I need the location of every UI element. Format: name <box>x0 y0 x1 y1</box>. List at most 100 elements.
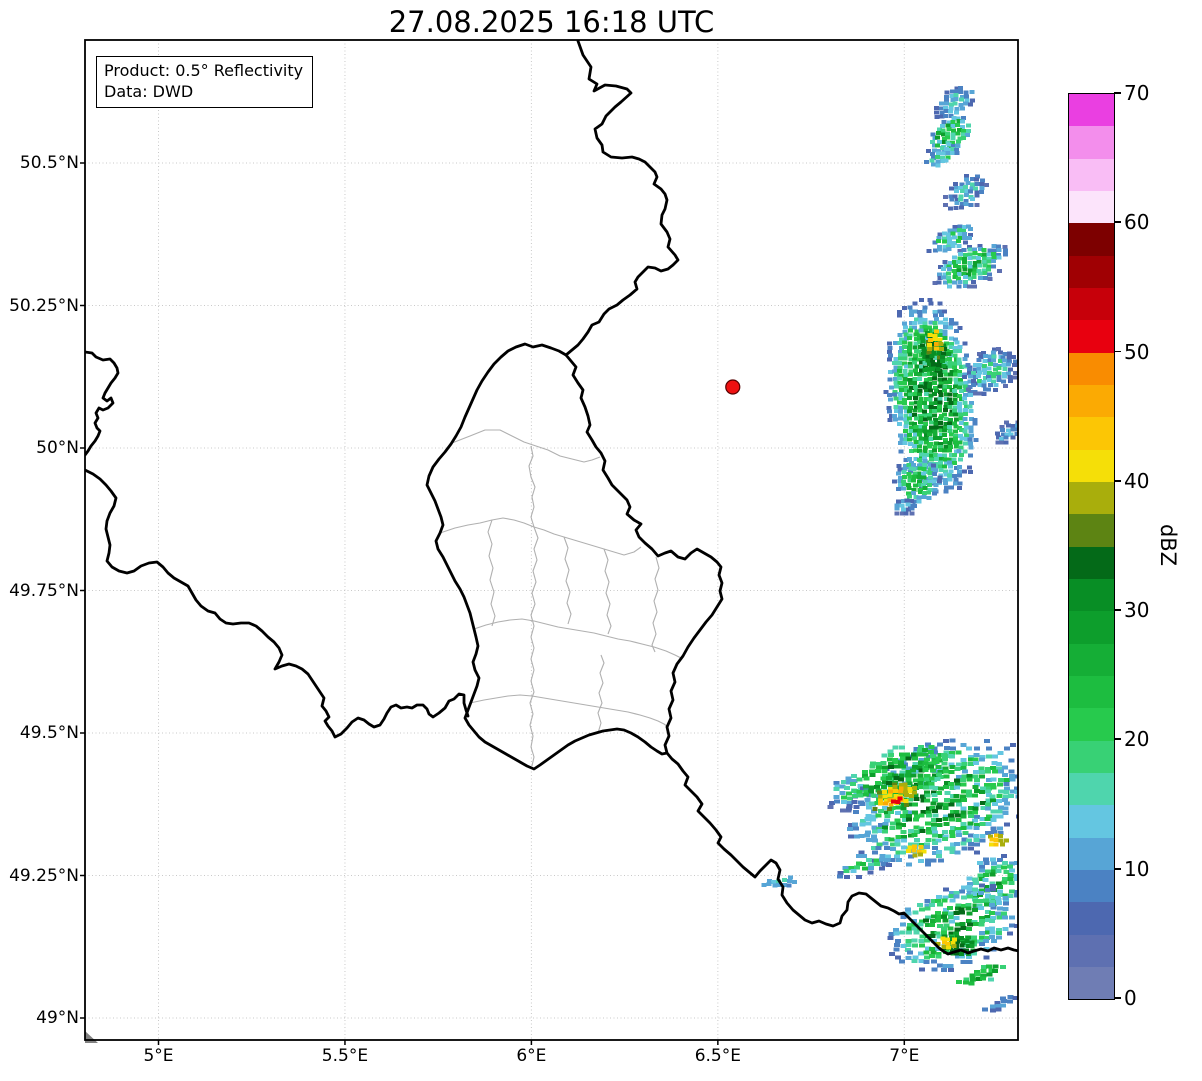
radar-cell <box>937 301 943 306</box>
radar-cell <box>953 97 959 102</box>
radar-cell <box>1003 782 1010 786</box>
radar-cell <box>958 445 964 450</box>
radar-cell <box>897 381 903 386</box>
radar-cell <box>899 930 906 935</box>
radar-cell <box>960 743 967 747</box>
radar-cell <box>928 425 934 430</box>
radar-cell <box>965 789 972 794</box>
radar-cell <box>973 825 980 830</box>
radar-cell <box>953 910 960 915</box>
radar-cell <box>957 440 963 445</box>
canton-border <box>473 618 682 659</box>
radar-cell <box>917 903 924 907</box>
radar-cell <box>924 898 931 903</box>
radar-cell <box>958 910 965 915</box>
radar-cell <box>974 972 981 977</box>
radar-cell <box>850 869 857 874</box>
radar-cell <box>966 894 973 899</box>
radar-cell <box>995 761 1002 766</box>
radar-cell <box>901 838 908 843</box>
radar-cell <box>1007 367 1013 372</box>
radar-cell <box>886 357 892 362</box>
radar-cell <box>926 830 932 835</box>
radar-cell <box>932 487 938 492</box>
radar-cell <box>962 401 968 405</box>
radar-cell <box>948 322 954 326</box>
radar-cell <box>916 349 922 354</box>
radar-cell <box>916 392 922 397</box>
radar-cell <box>913 353 919 358</box>
radar-cell <box>870 817 877 822</box>
radar-cell <box>979 976 986 981</box>
radar-cell <box>839 791 846 795</box>
radar-cell <box>954 106 960 111</box>
radar-cell <box>1016 814 1018 819</box>
radar-cell <box>911 810 918 815</box>
radar-cell <box>927 432 933 437</box>
radar-cell <box>972 810 979 815</box>
radar-cell <box>989 935 996 940</box>
radar-cell <box>873 858 880 863</box>
radar-cell <box>993 842 999 847</box>
radar-cell <box>935 954 942 959</box>
radar-cell <box>941 944 947 949</box>
radar-cell <box>968 981 975 986</box>
radar-cell <box>917 773 924 778</box>
radar-cell <box>922 372 927 377</box>
radar-cell <box>1009 777 1016 782</box>
radar-cell <box>966 235 972 240</box>
radar-cell <box>947 428 953 433</box>
radar-cell <box>937 247 943 252</box>
radar-cell <box>932 813 939 818</box>
radar-cell <box>869 764 876 769</box>
radar-cell <box>791 880 797 884</box>
radar-cell <box>856 789 863 794</box>
radar-cell <box>961 128 967 133</box>
radar-cell <box>969 197 975 202</box>
radar-cell <box>973 880 980 885</box>
radar-cell <box>960 960 967 964</box>
radar-cell <box>930 467 936 472</box>
radar-cell <box>950 120 956 125</box>
radar-cell <box>911 943 918 948</box>
radar-cell <box>910 490 916 495</box>
radar-cell <box>953 894 960 899</box>
radar-cell <box>956 485 962 490</box>
radar-cell <box>985 802 992 807</box>
radar-cell <box>923 421 929 426</box>
radar-cell <box>898 356 903 361</box>
colorbar-segment <box>1069 578 1114 612</box>
radar-cell <box>918 440 924 445</box>
radar-cell <box>903 798 909 803</box>
radar-cell <box>928 947 935 952</box>
radar-cell <box>972 757 979 762</box>
radar-cell <box>867 870 874 875</box>
radar-cell <box>932 337 938 342</box>
radar-cell <box>978 766 985 771</box>
radar-cell <box>968 846 974 851</box>
radar-cell <box>863 776 870 781</box>
radar-cell <box>979 821 986 826</box>
radar-cell <box>907 372 913 377</box>
radar-cell <box>906 482 912 487</box>
radar-cell <box>895 800 901 805</box>
radar-cell <box>1001 915 1008 920</box>
radar-cell <box>925 821 932 826</box>
radar-cell <box>940 267 946 272</box>
radar-cell <box>961 115 967 120</box>
radar-cell <box>978 931 985 935</box>
radar-cell <box>986 259 992 264</box>
radar-cell <box>961 248 967 253</box>
radar-cell <box>905 849 911 854</box>
radar-cell <box>781 878 787 883</box>
radar-cell <box>959 943 965 948</box>
radar-cell <box>927 416 932 421</box>
radar-cell <box>864 817 871 822</box>
radar-cell <box>766 882 772 886</box>
radar-cell <box>991 861 997 866</box>
radar-cell <box>998 350 1003 355</box>
radar-cell <box>877 790 883 795</box>
radar-cell <box>962 469 968 474</box>
radar-cell <box>921 425 927 430</box>
radar-cell <box>937 858 944 863</box>
